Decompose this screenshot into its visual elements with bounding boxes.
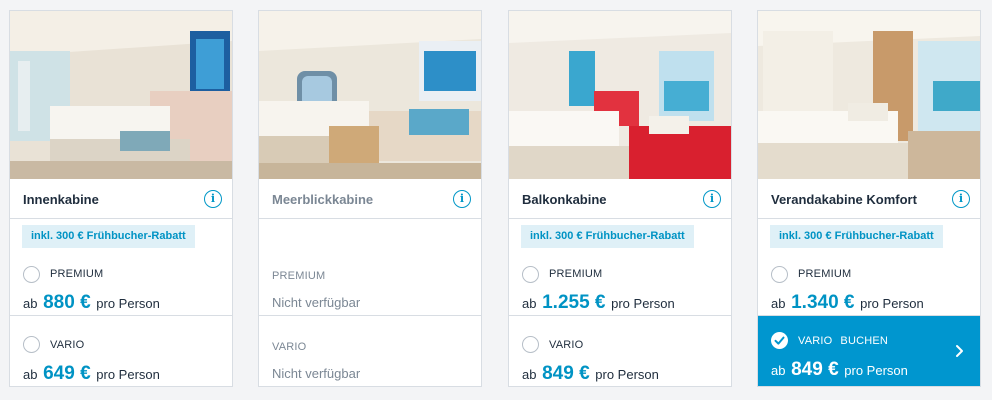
rate-label: VARIO BUCHEN (798, 335, 888, 347)
cabin-header: Innenkabine i (10, 179, 232, 219)
vario-option[interactable]: VARIO ab 649 € pro Person (10, 316, 232, 386)
price-line: ab 849 € pro Person (522, 363, 659, 385)
cabin-title: Innenkabine (23, 192, 99, 207)
price-amount: 1.255 € (542, 292, 606, 313)
radio-unchecked-icon[interactable] (522, 266, 539, 283)
premium-option[interactable]: inkl. 300 € Frühbucher-Rabatt PREMIUM ab… (758, 220, 980, 316)
cabin-header: Meerblickkabine i (259, 179, 481, 219)
price-suffix: pro Person (844, 363, 908, 378)
price-prefix: ab (23, 296, 38, 311)
availability-status: Nicht verfügbar (272, 295, 361, 310)
check-circle-icon (771, 332, 788, 349)
price-suffix: pro Person (860, 296, 924, 311)
price-amount: 1.340 € (791, 292, 855, 313)
premium-option[interactable]: inkl. 300 € Frühbucher-Rabatt PREMIUM ab… (509, 220, 731, 316)
radio-unchecked-icon[interactable] (23, 336, 40, 353)
cabin-title: Balkonkabine (522, 192, 607, 207)
availability-status: Nicht verfügbar (272, 366, 361, 381)
info-icon[interactable]: i (952, 190, 970, 208)
premium-option: PREMIUM Nicht verfügbar (259, 220, 481, 316)
price-amount: 849 € (791, 359, 839, 380)
price-prefix: ab (771, 363, 786, 378)
early-bird-badge: inkl. 300 € Frühbucher-Rabatt (521, 225, 694, 248)
rate-label: VARIO (549, 339, 584, 351)
price-line: ab 1.340 € pro Person (771, 292, 924, 314)
vario-option[interactable]: VARIO ab 849 € pro Person (509, 316, 731, 386)
price-amount: 649 € (43, 363, 91, 384)
book-label: BUCHEN (840, 335, 889, 347)
cabin-header: Verandakabine Komfort i (758, 179, 980, 219)
info-icon[interactable]: i (204, 190, 222, 208)
cabin-title: Meerblickkabine (272, 192, 374, 207)
rate-name: VARIO (798, 335, 833, 347)
cabin-photo-balkonkabine (509, 11, 731, 179)
cabin-card-innenkabine: Innenkabine i inkl. 300 € Frühbucher-Rab… (9, 10, 233, 387)
price-amount: 880 € (43, 292, 91, 313)
cabin-title: Verandakabine Komfort (771, 192, 917, 207)
info-icon[interactable]: i (703, 190, 721, 208)
vario-option: VARIO Nicht verfügbar (259, 316, 481, 386)
early-bird-badge: inkl. 300 € Frühbucher-Rabatt (770, 225, 943, 248)
chevron-right-icon[interactable] (952, 344, 966, 358)
price-prefix: ab (771, 296, 786, 311)
cabin-card-verandakabine-komfort: Verandakabine Komfort i inkl. 300 € Früh… (757, 10, 981, 387)
price-prefix: ab (23, 367, 38, 382)
cabin-photo-verandakabine-komfort (758, 11, 980, 179)
rate-label: PREMIUM (798, 268, 852, 280)
vario-option-selected[interactable]: VARIO BUCHEN ab 849 € pro Person (758, 316, 980, 386)
price-line: ab 1.255 € pro Person (522, 292, 675, 314)
rate-label: PREMIUM (272, 270, 326, 282)
premium-option[interactable]: inkl. 300 € Frühbucher-Rabatt PREMIUM ab… (10, 220, 232, 316)
price-amount: 849 € (542, 363, 590, 384)
rate-label: PREMIUM (549, 268, 603, 280)
price-prefix: ab (522, 367, 537, 382)
radio-unchecked-icon[interactable] (771, 266, 788, 283)
early-bird-badge: inkl. 300 € Frühbucher-Rabatt (22, 225, 195, 248)
rate-label: PREMIUM (50, 268, 104, 280)
cabin-photo-meerblickkabine (259, 11, 481, 179)
radio-unchecked-icon[interactable] (23, 266, 40, 283)
rate-label: VARIO (50, 339, 85, 351)
price-line: ab 649 € pro Person (23, 363, 160, 385)
price-suffix: pro Person (611, 296, 675, 311)
cabin-photo-innenkabine (10, 11, 232, 179)
cabin-card-meerblickkabine: Meerblickkabine i PREMIUM Nicht verfügba… (258, 10, 482, 387)
rate-label: VARIO (272, 341, 307, 353)
radio-unchecked-icon[interactable] (522, 336, 539, 353)
price-line: ab 880 € pro Person (23, 292, 160, 314)
price-suffix: pro Person (96, 367, 160, 382)
price-suffix: pro Person (96, 296, 160, 311)
price-prefix: ab (522, 296, 537, 311)
price-suffix: pro Person (595, 367, 659, 382)
cabin-header: Balkonkabine i (509, 179, 731, 219)
info-icon[interactable]: i (453, 190, 471, 208)
price-line: ab 849 € pro Person (771, 359, 908, 381)
cabin-card-balkonkabine: Balkonkabine i inkl. 300 € Frühbucher-Ra… (508, 10, 732, 387)
